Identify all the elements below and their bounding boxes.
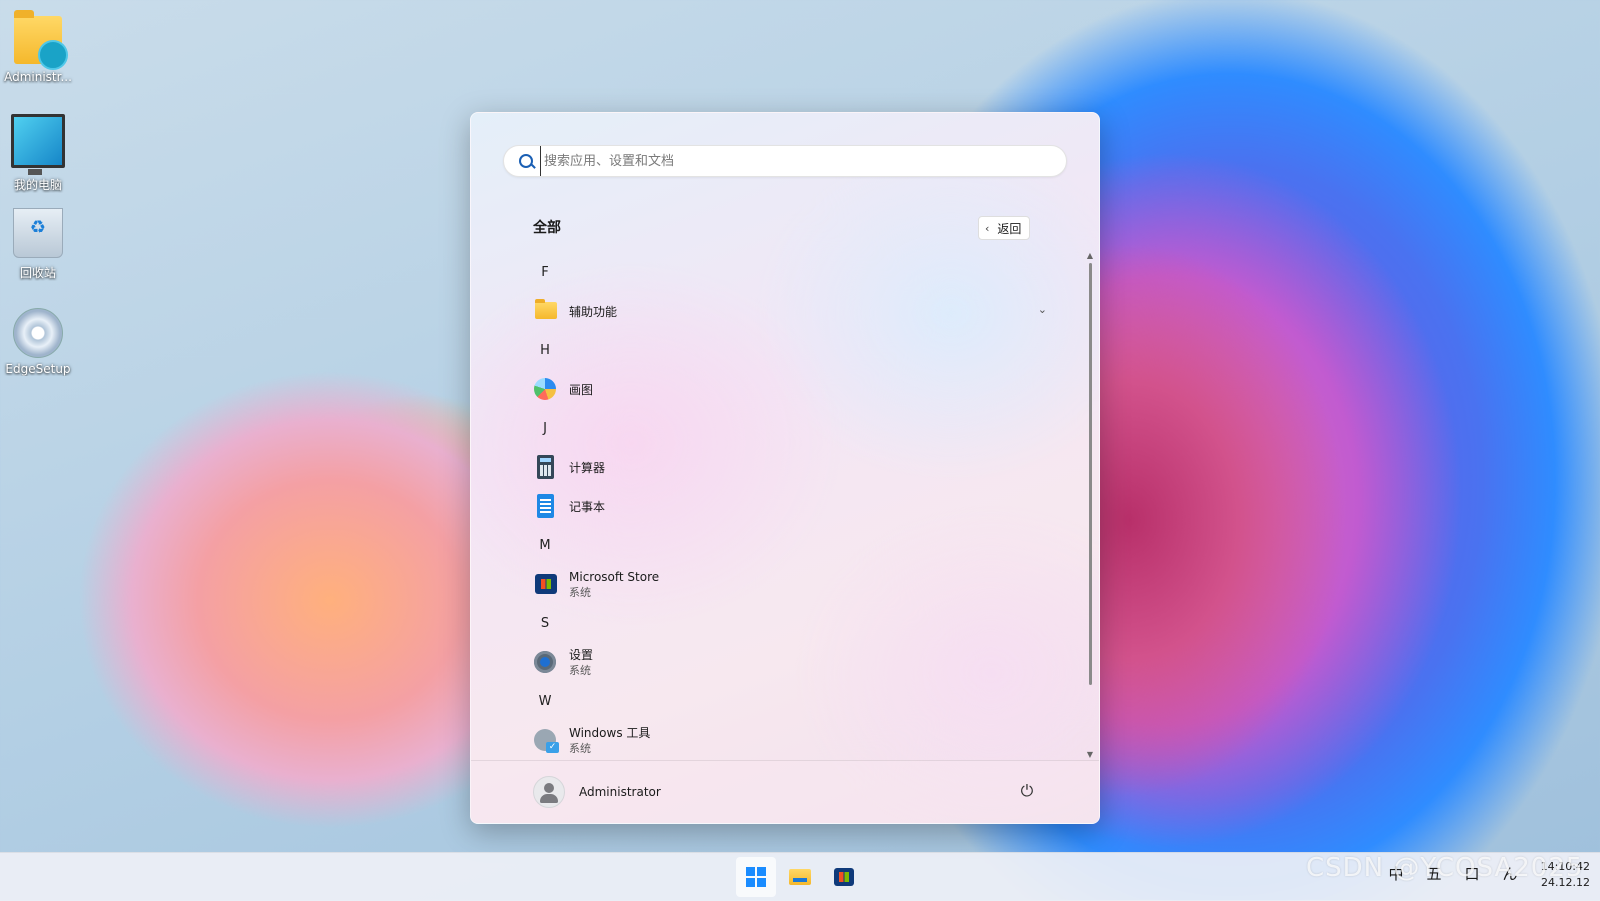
user-folder-icon (14, 10, 68, 70)
group-letter-j[interactable]: J (521, 409, 569, 448)
app-name: Windows 工具 (569, 725, 651, 740)
desktop-icon-label: EdgeSetup (5, 362, 71, 376)
setup-disc-icon (13, 308, 63, 358)
file-explorer-icon (789, 869, 811, 885)
scroll-up-arrow-icon[interactable]: ▲ (1086, 251, 1094, 260)
chevron-left-icon: ‹ (985, 221, 990, 235)
app-name: 设置 (569, 647, 594, 662)
paint-icon (521, 370, 569, 409)
group-letter-w[interactable]: W (521, 682, 569, 721)
start-menu: 全部 ‹ 返回 F 辅助功能 ⌄ H 画图 J 计算器 记事本 M Micr (470, 112, 1100, 824)
desktop-icon-label: 回收站 (19, 266, 56, 280)
windows-tools-icon (521, 721, 569, 760)
group-letter-m[interactable]: M (521, 526, 569, 565)
desktop-icon-administrator[interactable]: Administr... (2, 8, 74, 84)
app-microsoft-store[interactable]: Microsoft Store 系统 (521, 565, 1055, 604)
search-box[interactable] (503, 145, 1067, 177)
folder-icon (521, 292, 569, 331)
app-calculator[interactable]: 计算器 (521, 448, 1055, 487)
start-menu-footer: Administrator ⏻ (471, 760, 1099, 823)
app-name: 计算器 (569, 460, 606, 475)
windows-logo-icon (746, 867, 766, 887)
desktop-icon-edgesetup[interactable]: EdgeSetup (2, 308, 74, 376)
back-button[interactable]: ‹ 返回 (978, 216, 1031, 240)
app-notepad[interactable]: 记事本 (521, 487, 1055, 526)
app-name: 画图 (569, 382, 594, 397)
desktop-icon-label: 我的电脑 (13, 178, 62, 192)
settings-gear-icon (521, 643, 569, 682)
store-icon (834, 868, 854, 886)
app-name: Microsoft Store (569, 569, 660, 584)
scroll-down-arrow-icon[interactable]: ▼ (1086, 750, 1094, 759)
avatar (533, 776, 565, 808)
desktop-icon-recycle-bin[interactable]: 回收站 (2, 208, 74, 281)
group-letter-f[interactable]: F (521, 253, 569, 292)
group-letter-s[interactable]: S (521, 604, 569, 643)
computer-icon (11, 114, 65, 175)
app-settings[interactable]: 设置 系统 (521, 643, 1055, 682)
recycle-bin-icon (13, 208, 63, 258)
app-paint[interactable]: 画图 (521, 370, 1055, 409)
notepad-icon (521, 487, 569, 526)
app-list: F 辅助功能 ⌄ H 画图 J 计算器 记事本 M Microsoft Stor… (521, 253, 1055, 760)
watermark: CSDN @YCOSA2025 (1306, 853, 1584, 883)
calculator-icon (521, 448, 569, 487)
taskbar-microsoft-store[interactable] (824, 857, 864, 897)
app-subtitle: 系统 (569, 585, 591, 599)
user-name: Administrator (579, 785, 661, 799)
search-input[interactable] (540, 146, 1066, 176)
app-subtitle: 系统 (569, 663, 591, 677)
scrollbar-thumb[interactable] (1089, 263, 1092, 685)
app-accessibility-folder[interactable]: 辅助功能 ⌄ (521, 292, 1055, 331)
chevron-down-icon[interactable]: ⌄ (1038, 303, 1047, 316)
app-subtitle: 系统 (569, 741, 591, 755)
search-icon (504, 146, 540, 176)
start-button[interactable] (736, 857, 776, 897)
user-account-button[interactable]: Administrator (533, 776, 661, 808)
desktop-icon-label: Administr... (4, 70, 72, 84)
app-windows-tools[interactable]: Windows 工具 系统 (521, 721, 1055, 760)
store-icon (521, 565, 569, 604)
app-name: 辅助功能 (569, 304, 618, 319)
app-name: 记事本 (569, 499, 606, 514)
app-list-scrollbar[interactable]: ▲ ▼ (1087, 251, 1093, 759)
group-letter-h[interactable]: H (521, 331, 569, 370)
desktop-icon-my-computer[interactable]: 我的电脑 (2, 108, 74, 193)
taskbar-file-explorer[interactable] (780, 857, 820, 897)
power-icon[interactable]: ⏻ (1017, 781, 1037, 801)
back-button-label: 返回 (997, 221, 1022, 236)
all-apps-title: 全部 (533, 220, 561, 236)
